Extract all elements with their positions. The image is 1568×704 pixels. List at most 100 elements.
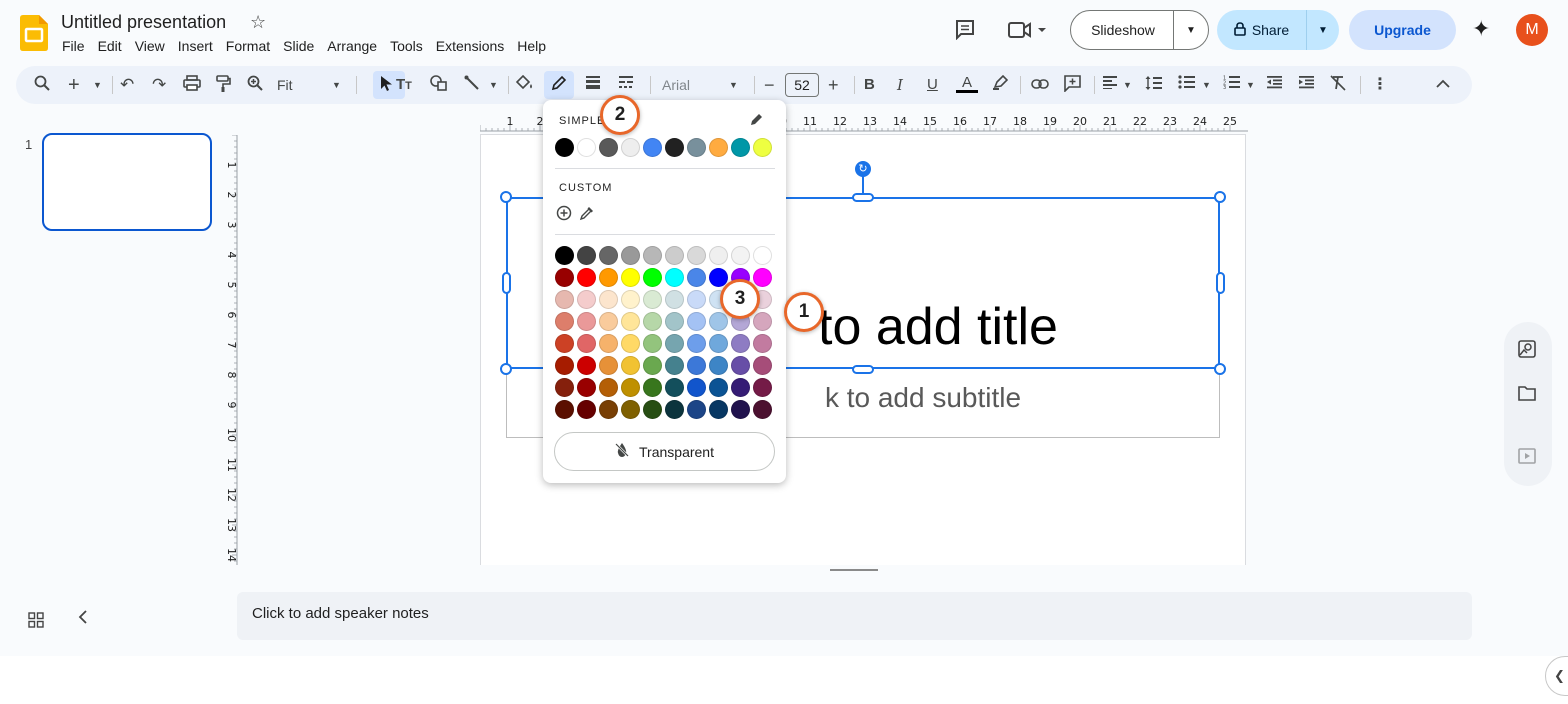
resize-handle-top[interactable] [852, 193, 874, 202]
grid-color-swatch[interactable] [643, 290, 662, 309]
edit-palette-icon[interactable] [750, 112, 764, 131]
grid-color-swatch[interactable] [643, 400, 662, 419]
slideshow-button[interactable]: Slideshow ▼ [1070, 10, 1209, 50]
resize-handle-bottom-left[interactable] [500, 363, 512, 375]
grid-color-swatch[interactable] [731, 246, 750, 265]
menu-format[interactable]: Format [226, 38, 270, 54]
text-color-icon[interactable]: A [956, 75, 978, 95]
grid-color-swatch[interactable] [665, 356, 684, 375]
grid-color-swatch[interactable] [753, 356, 772, 375]
grid-color-swatch[interactable] [621, 268, 640, 287]
grid-color-swatch[interactable] [599, 334, 618, 353]
grid-color-swatch[interactable] [687, 400, 706, 419]
increase-font-size-icon[interactable]: + [828, 75, 839, 95]
rotate-handle-icon[interactable]: ↻ [855, 161, 871, 177]
grid-color-swatch[interactable] [753, 334, 772, 353]
print-icon[interactable] [183, 75, 201, 95]
grid-color-swatch[interactable] [731, 400, 750, 419]
resize-handle-left[interactable] [502, 272, 511, 294]
menu-arrange[interactable]: Arrange [327, 38, 377, 54]
add-video-icon[interactable] [1518, 448, 1536, 469]
grid-color-swatch[interactable] [687, 334, 706, 353]
eyedropper-icon[interactable] [579, 205, 595, 226]
zoom-icon[interactable] [247, 75, 263, 95]
grid-color-swatch[interactable] [577, 334, 596, 353]
grid-color-swatch[interactable] [621, 356, 640, 375]
gemini-icon[interactable]: ✦ [1472, 16, 1490, 42]
font-dropdown-icon[interactable]: ▼ [729, 75, 738, 95]
grid-color-swatch[interactable] [709, 356, 728, 375]
bulleted-list-dropdown-icon[interactable]: ▼ [1202, 75, 1211, 95]
grid-color-swatch[interactable] [555, 312, 574, 331]
line-icon[interactable] [464, 75, 480, 95]
redo-icon[interactable]: ↷ [152, 75, 166, 95]
grid-color-swatch[interactable] [731, 378, 750, 397]
zoom-select[interactable]: Fit [277, 75, 293, 95]
menu-help[interactable]: Help [517, 38, 546, 54]
align-icon[interactable] [1102, 75, 1118, 95]
notes-resize-handle[interactable] [830, 569, 878, 571]
menu-edit[interactable]: Edit [98, 38, 122, 54]
grid-color-swatch[interactable] [665, 400, 684, 419]
line-spacing-icon[interactable] [1145, 75, 1163, 95]
grid-color-swatch[interactable] [709, 312, 728, 331]
grid-color-swatch[interactable] [687, 378, 706, 397]
grid-color-swatch[interactable] [753, 378, 772, 397]
font-select[interactable]: Arial [662, 75, 690, 95]
grid-color-swatch[interactable] [643, 312, 662, 331]
grid-color-swatch[interactable] [577, 400, 596, 419]
simple-color-swatch[interactable] [709, 138, 728, 157]
grid-color-swatch[interactable] [599, 378, 618, 397]
highlight-color-icon[interactable] [992, 74, 1009, 95]
paint-format-icon[interactable] [215, 75, 231, 95]
comment-icon[interactable] [954, 18, 976, 45]
grid-view-icon[interactable] [28, 612, 44, 633]
simple-color-swatch[interactable] [687, 138, 706, 157]
slides-logo-icon[interactable] [20, 15, 48, 51]
search-menus-icon[interactable] [34, 75, 50, 95]
grid-color-swatch[interactable] [577, 268, 596, 287]
fill-color-icon[interactable] [515, 74, 534, 95]
menu-insert[interactable]: Insert [178, 38, 213, 54]
menu-slide[interactable]: Slide [283, 38, 314, 54]
bold-icon[interactable]: B [864, 75, 875, 95]
speaker-notes[interactable]: Click to add speaker notes [237, 592, 1472, 640]
grid-color-swatch[interactable] [665, 246, 684, 265]
grid-color-swatch[interactable] [687, 290, 706, 309]
line-dropdown-icon[interactable]: ▼ [489, 75, 498, 95]
slideshow-dropdown-icon[interactable]: ▼ [1174, 25, 1208, 36]
grid-color-swatch[interactable] [577, 378, 596, 397]
border-dash-icon[interactable] [618, 75, 634, 95]
simple-color-swatch[interactable] [599, 138, 618, 157]
grid-color-swatch[interactable] [599, 400, 618, 419]
italic-icon[interactable]: I [897, 75, 903, 95]
menu-tools[interactable]: Tools [390, 38, 423, 54]
grid-color-swatch[interactable] [731, 334, 750, 353]
decrease-indent-icon[interactable] [1266, 75, 1283, 95]
grid-color-swatch[interactable] [665, 378, 684, 397]
grid-color-swatch[interactable] [599, 290, 618, 309]
grid-color-swatch[interactable] [577, 290, 596, 309]
simple-color-swatch[interactable] [577, 138, 596, 157]
simple-color-swatch[interactable] [555, 138, 574, 157]
add-custom-color-icon[interactable] [556, 205, 572, 226]
grid-color-swatch[interactable] [577, 356, 596, 375]
select-cursor-icon[interactable] [380, 75, 394, 95]
collapse-toolbar-icon[interactable] [1436, 75, 1450, 95]
grid-color-swatch[interactable] [665, 334, 684, 353]
grid-color-swatch[interactable] [621, 246, 640, 265]
numbered-list-icon[interactable]: 123 [1223, 75, 1241, 95]
grid-color-swatch[interactable] [621, 334, 640, 353]
underline-icon[interactable]: U [927, 75, 938, 95]
grid-color-swatch[interactable] [555, 356, 574, 375]
share-button[interactable]: Share ▼ [1217, 10, 1339, 50]
grid-color-swatch[interactable] [621, 290, 640, 309]
grid-color-swatch[interactable] [643, 356, 662, 375]
folder-icon[interactable] [1518, 385, 1536, 406]
slideshow-label[interactable]: Slideshow [1071, 11, 1174, 49]
menu-file[interactable]: File [62, 38, 85, 54]
star-icon[interactable]: ☆ [250, 12, 266, 33]
grid-color-swatch[interactable] [599, 268, 618, 287]
grid-color-swatch[interactable] [577, 312, 596, 331]
resize-handle-right[interactable] [1216, 272, 1225, 294]
